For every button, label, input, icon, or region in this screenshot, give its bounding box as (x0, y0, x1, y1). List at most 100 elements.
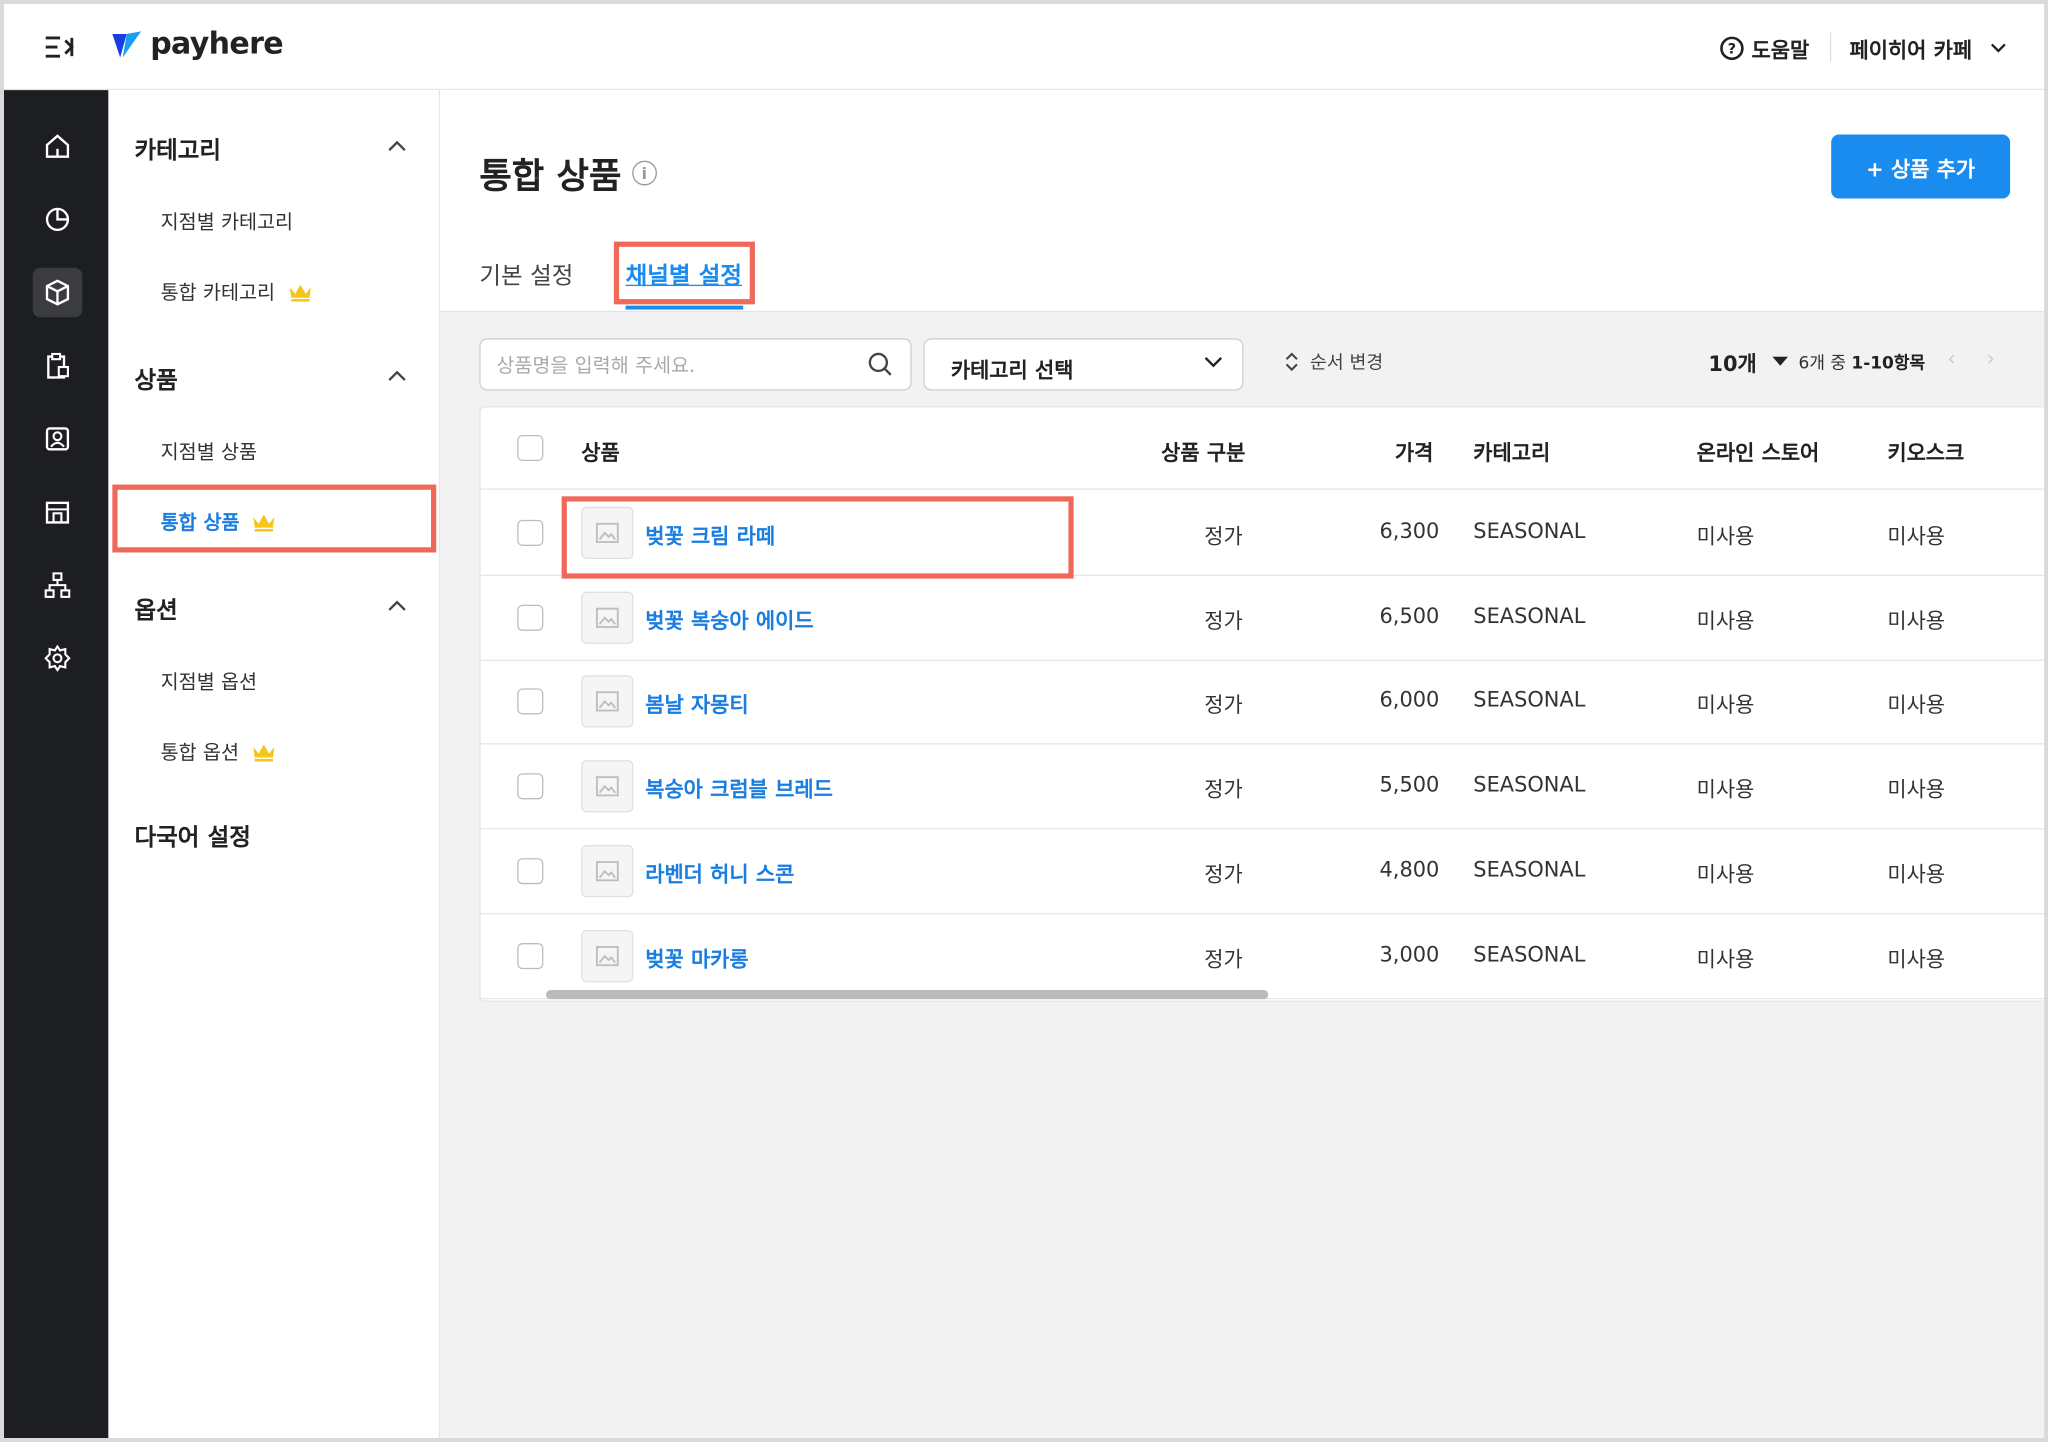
product-thumbnail (581, 929, 634, 982)
search-icon[interactable] (867, 351, 893, 377)
col-online-store[interactable]: 온라인 스토어 (1697, 435, 1820, 466)
kiosk-status[interactable]: 미사용 (1887, 941, 1945, 972)
table-row[interactable]: 라벤더 허니 스콘 정가 4,800 SEASONAL 미사용 미사용 (480, 829, 2045, 915)
sidebar-section-category[interactable]: 카테고리 (135, 132, 222, 166)
col-type[interactable]: 상품 구분 (1161, 435, 1245, 466)
rail-analytics[interactable] (33, 195, 83, 245)
logo-mark-icon (112, 31, 142, 58)
chevron-up-icon[interactable] (388, 370, 406, 382)
sidebar-section-product[interactable]: 상품 (135, 362, 178, 396)
chevron-up-icon[interactable] (388, 600, 406, 612)
sidebar-item-unified-option[interactable]: 통합 옵션 (161, 738, 276, 765)
product-category: SEASONAL (1473, 856, 1586, 882)
crown-icon (253, 743, 275, 761)
product-thumbnail (581, 591, 634, 644)
sidebar: 카테고리 지점별 카테고리 통합 카테고리 상품 지점별 상품 통합 상품 옵션… (108, 90, 441, 1439)
rail-store[interactable] (33, 487, 83, 537)
online-store-status[interactable]: 미사용 (1697, 603, 1755, 634)
row-checkbox[interactable] (517, 773, 544, 800)
reorder-button[interactable]: 순서 변경 (1284, 349, 1383, 375)
menu-toggle-icon[interactable] (43, 33, 77, 62)
chevron-down-icon (1204, 357, 1223, 368)
sidebar-item-unified-category[interactable]: 통합 카테고리 (161, 278, 312, 305)
table-row[interactable]: 복숭아 크럼블 브레드 정가 5,500 SEASONAL 미사용 미사용 (480, 745, 2045, 830)
sidebar-section-option[interactable]: 옵션 (135, 592, 178, 626)
online-store-status[interactable]: 미사용 (1697, 857, 1755, 888)
page-size-select[interactable]: 10개 (1708, 346, 1789, 377)
image-placeholder-icon (595, 776, 619, 797)
org-tree-icon (44, 572, 71, 598)
col-kiosk[interactable]: 키오스크 (1887, 435, 1964, 466)
online-store-status[interactable]: 미사용 (1697, 519, 1755, 550)
product-price: 5,500 (1379, 772, 1440, 797)
rail-orders[interactable] (33, 341, 83, 391)
rail-organization[interactable] (33, 560, 83, 610)
row-checkbox[interactable] (517, 519, 544, 546)
kiosk-status[interactable]: 미사용 (1887, 857, 1945, 888)
highlight-box-sidebar (112, 484, 437, 553)
kiosk-status[interactable]: 미사용 (1887, 519, 1945, 550)
rail-products[interactable] (32, 267, 83, 318)
product-name-link[interactable]: 벚꽃 복숭아 에이드 (645, 603, 813, 634)
select-all-checkbox[interactable] (517, 434, 544, 462)
product-thumbnail (581, 760, 634, 813)
online-store-status[interactable]: 미사용 (1697, 688, 1755, 719)
rail-customers[interactable] (33, 414, 83, 464)
add-product-button[interactable]: + 상품 추가 (1831, 134, 2011, 199)
search-input[interactable] (496, 350, 863, 382)
help-link[interactable]: ? 도움말 (1720, 33, 1809, 64)
crown-icon (289, 284, 311, 302)
product-category: SEASONAL (1473, 603, 1586, 628)
row-checkbox[interactable] (517, 942, 544, 969)
product-name-link[interactable]: 라벤더 허니 스콘 (645, 857, 794, 888)
kiosk-status[interactable]: 미사용 (1887, 603, 1945, 634)
sidebar-item-branch-option[interactable]: 지점별 옵션 (161, 667, 257, 694)
kiosk-status[interactable]: 미사용 (1887, 688, 1945, 719)
product-name-link[interactable]: 벚꽃 마카롱 (645, 941, 748, 972)
sidebar-item-branch-product[interactable]: 지점별 상품 (161, 438, 257, 465)
caret-down-icon (1772, 356, 1789, 366)
row-checkbox[interactable] (517, 604, 544, 631)
col-category[interactable]: 카테고리 (1473, 435, 1550, 466)
row-checkbox[interactable] (517, 857, 544, 884)
product-type: 정가 (1204, 523, 1243, 549)
table-row[interactable]: 봄날 자몽티 정가 6,000 SEASONAL 미사용 미사용 (480, 660, 2045, 745)
rail-home[interactable] (33, 121, 83, 171)
image-placeholder-icon (595, 691, 619, 712)
prev-page-icon[interactable]: ‹ (1947, 346, 1955, 371)
active-tab-indicator (625, 305, 744, 310)
chevron-up-icon[interactable] (388, 140, 406, 152)
clipboard-icon (47, 352, 69, 379)
table-row[interactable]: 벚꽃 마카롱 정가 3,000 SEASONAL 미사용 미사용 (480, 914, 2045, 999)
image-placeholder-icon (595, 607, 619, 628)
row-checkbox[interactable] (517, 688, 544, 715)
box-icon (45, 279, 70, 306)
col-price[interactable]: 가격 (1395, 435, 1433, 466)
icon-rail (3, 90, 109, 1439)
sidebar-item-multilanguage[interactable]: 다국어 설정 (135, 819, 251, 853)
col-product[interactable]: 상품 (581, 435, 619, 466)
product-type: 정가 (1204, 692, 1243, 718)
store-icon (45, 501, 70, 524)
page-header: 통합 상품 i + 상품 추가 기본 설정 채널별 설정 (440, 90, 2045, 313)
info-icon[interactable]: i (631, 160, 657, 186)
rail-settings[interactable] (33, 633, 83, 683)
online-store-status[interactable]: 미사용 (1697, 772, 1755, 803)
help-circle-icon: ? (1720, 36, 1744, 61)
product-type: 정가 (1204, 861, 1243, 887)
sort-icon (1285, 352, 1298, 372)
product-name-link[interactable]: 복숭아 크럼블 브레드 (645, 772, 833, 803)
table-row[interactable]: 벚꽃 복숭아 에이드 정가 6,500 SEASONAL 미사용 미사용 (480, 576, 2045, 661)
next-page-icon[interactable]: › (1987, 346, 1995, 371)
sidebar-item-branch-category[interactable]: 지점별 카테고리 (161, 208, 293, 235)
product-name-link[interactable]: 봄날 자몽티 (645, 688, 748, 719)
search-box (479, 338, 912, 391)
horizontal-scrollbar[interactable] (545, 990, 1269, 1000)
store-selector[interactable]: 페이히어 카페 (1849, 33, 2006, 64)
kiosk-status[interactable]: 미사용 (1887, 772, 1945, 803)
online-store-status[interactable]: 미사용 (1697, 941, 1755, 972)
category-select[interactable]: 카테고리 선택 (923, 338, 1244, 391)
payhere-logo[interactable]: payhere (111, 27, 284, 61)
tab-basic-settings[interactable]: 기본 설정 (479, 257, 573, 291)
product-category: SEASONAL (1473, 518, 1586, 544)
